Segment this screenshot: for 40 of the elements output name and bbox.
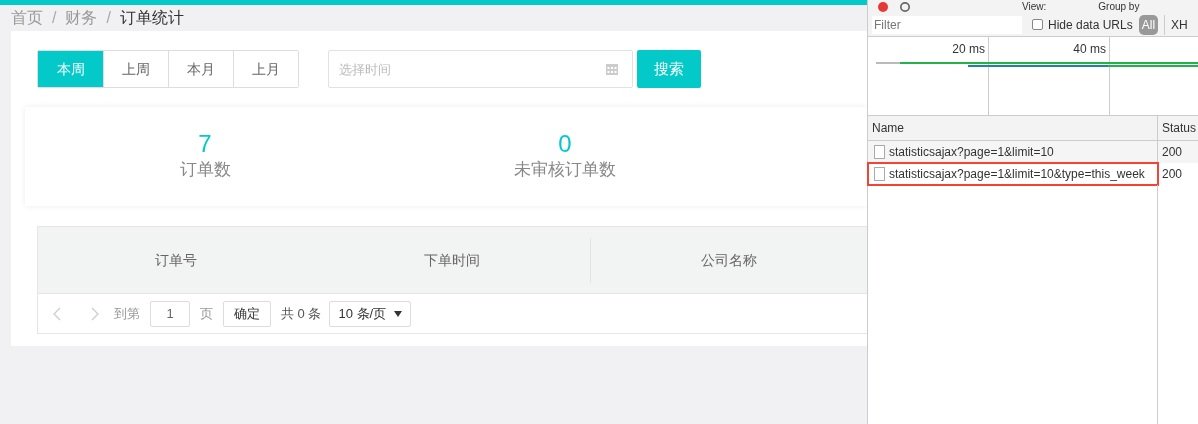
filter-field[interactable]: Filter	[872, 15, 1022, 34]
file-icon	[874, 145, 885, 159]
record-icon[interactable]	[878, 1, 888, 12]
request-name[interactable]: statisticsajax?page=1&limit=10&type=this_week	[868, 163, 1158, 185]
timeline-tick: 20 ms	[952, 41, 985, 58]
column-header: Name	[872, 120, 904, 137]
toolbar-label: Group by	[1098, 0, 1140, 13]
dropdown-icon	[394, 310, 403, 317]
type-filter[interactable]: XH	[1164, 14, 1191, 35]
clear-icon[interactable]	[900, 1, 910, 12]
file-icon	[874, 167, 885, 181]
checkbox[interactable]	[1032, 19, 1043, 30]
goto-label: 到第	[114, 304, 140, 323]
calendar-icon	[605, 62, 619, 76]
stat-value: 7	[198, 130, 212, 157]
request-name[interactable]: statisticsajax?page=1&limit=10	[868, 141, 1158, 163]
stat-label: 未审核订单数	[514, 158, 616, 181]
total-count: 共 0 条	[281, 304, 322, 323]
column-header: 订单号	[155, 250, 198, 270]
checkbox-label: Hide data URLs	[1048, 16, 1133, 34]
toolbar-label: View:	[1022, 0, 1047, 13]
request-status: 200	[1162, 166, 1183, 183]
column-header: 公司名称	[700, 250, 757, 270]
page-input[interactable]: 1	[150, 300, 190, 327]
stat-value: 0	[558, 130, 572, 157]
page-size-select[interactable]: 10 条/页	[329, 300, 412, 327]
request-status: 200	[1162, 144, 1183, 161]
breadcrumb-separator: /	[106, 8, 111, 28]
period-tab[interactable]: 上月	[233, 51, 298, 87]
request-label: statisticsajax?page=1&limit=10&type=this_week	[889, 166, 1145, 183]
stat-label: 订单数	[179, 158, 231, 181]
timeline-tick: 40 ms	[1073, 41, 1106, 58]
column-header: Status	[1162, 120, 1197, 137]
breadcrumb-separator: /	[52, 8, 57, 28]
confirm-button[interactable]: 确定	[223, 300, 271, 327]
date-field[interactable]: 选择时间	[328, 50, 633, 88]
page-suffix: 页	[200, 304, 213, 323]
breadcrumb-link[interactable]: 订单统计	[119, 6, 184, 30]
column-header: 下单时间	[424, 250, 480, 270]
request-label: statisticsajax?page=1&limit=10	[889, 144, 1054, 161]
